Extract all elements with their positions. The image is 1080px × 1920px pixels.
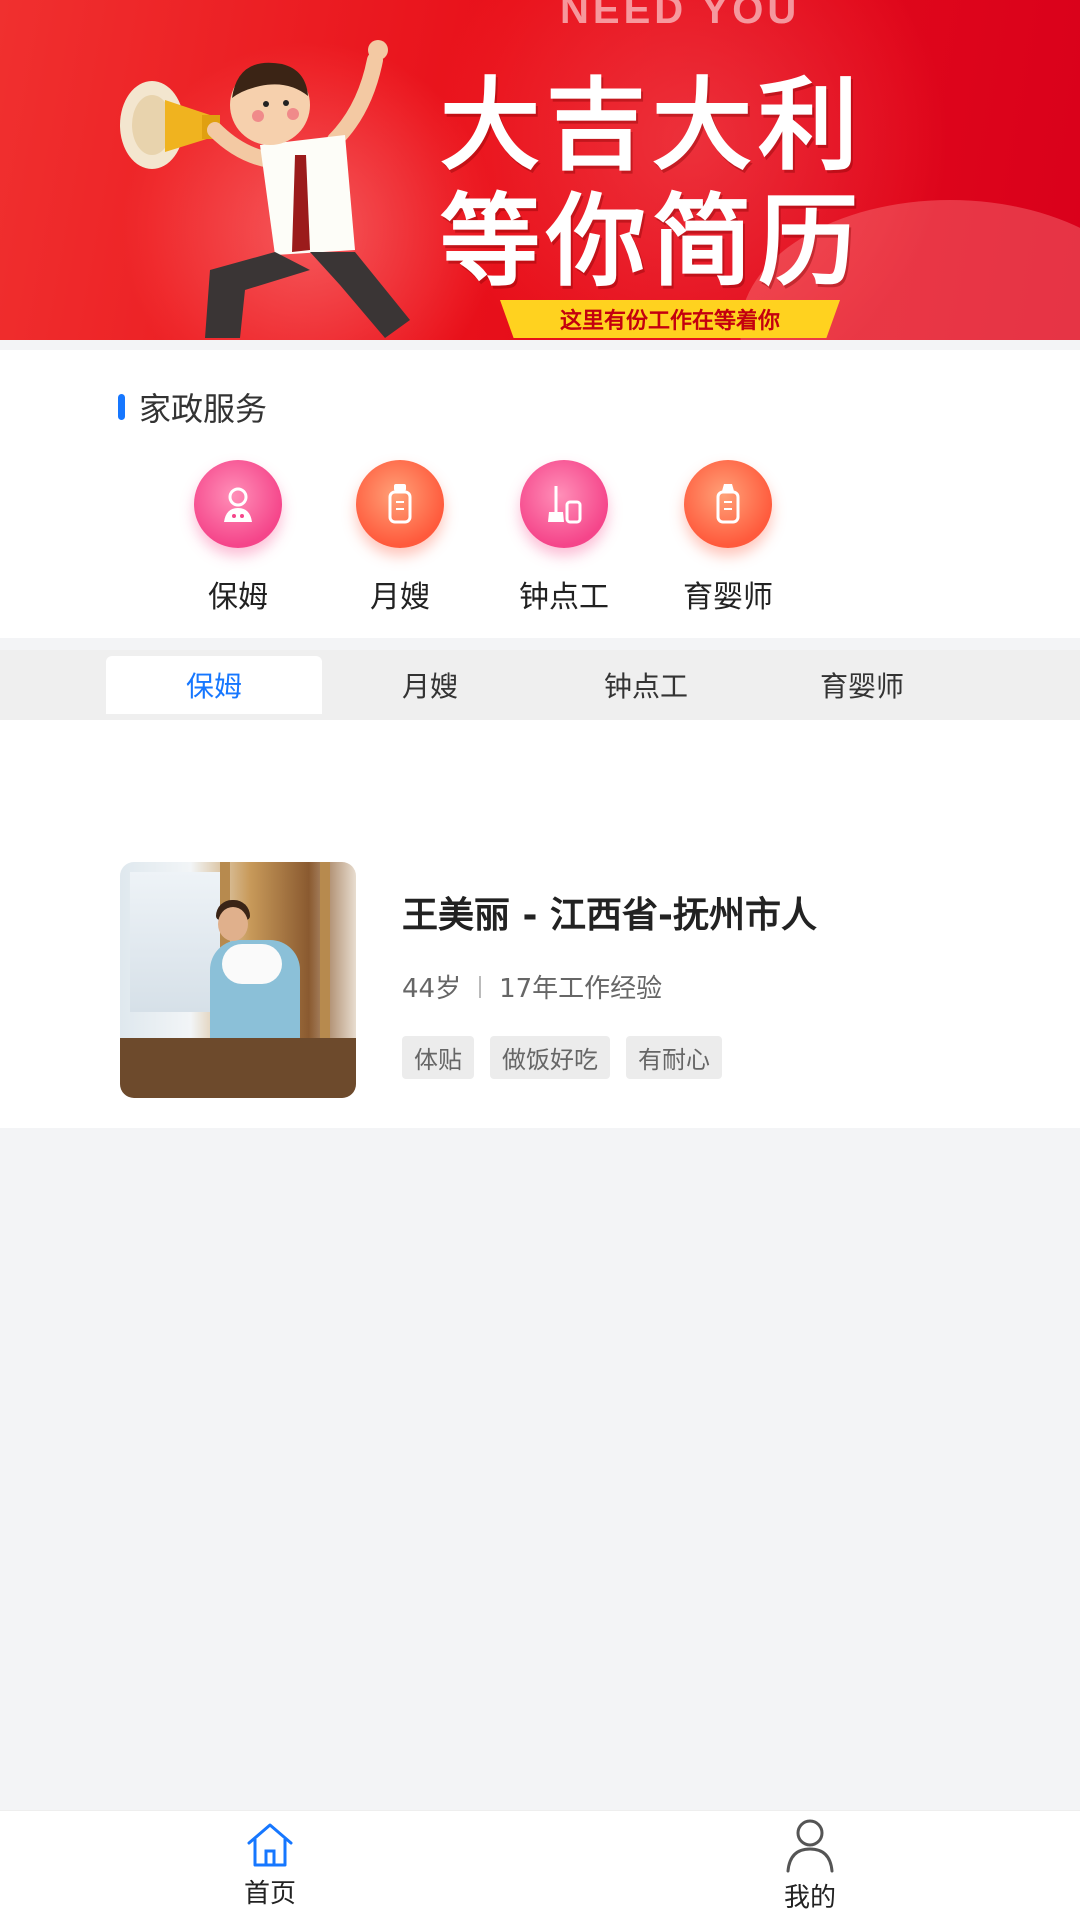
category-tabs: 保姆 月嫂 钟点工 育婴师	[0, 650, 1080, 720]
category-label: 月嫂	[370, 580, 430, 615]
worker-list: 王美丽 - 江西省-抚州市人 44岁 17年工作经验 体贴 做饭好吃 有耐心	[0, 720, 1080, 1128]
worker-tags: 体贴 做饭好吃 有耐心	[402, 1036, 722, 1079]
banner-ribbon: 这里有份工作在等着你	[500, 300, 840, 338]
bottle-icon	[356, 460, 444, 548]
recruitment-banner[interactable]: NEED YOU 大吉大利 等你简历 这里有份工作在等着你	[0, 0, 1080, 340]
section-title-text: 家政服务	[139, 390, 268, 428]
banner-headline-line2: 等你简历	[440, 183, 864, 300]
service-category-card: 家政服务 保姆 月嫂 钟点工 育婴师	[0, 350, 1080, 638]
nav-profile-label: 我的	[783, 1883, 836, 1913]
worker-experience: 17年工作经验	[499, 974, 663, 1004]
user-icon	[786, 1819, 834, 1873]
nav-home-label: 首页	[243, 1879, 296, 1909]
worker-card[interactable]: 王美丽 - 江西省-抚州市人 44岁 17年工作经验 体贴 做饭好吃 有耐心	[120, 862, 1020, 1098]
section-title-bar	[118, 394, 125, 420]
worker-tag: 体贴	[402, 1036, 474, 1079]
tab-childcare[interactable]: 育婴师	[754, 650, 970, 720]
worker-name: 王美丽 - 江西省-抚州市人	[402, 895, 817, 936]
nav-profile[interactable]: 我的	[540, 1811, 1080, 1920]
category-hourly-worker[interactable]: 钟点工	[494, 460, 634, 616]
category-label: 钟点工	[519, 580, 609, 615]
category-nanny[interactable]: 保姆	[168, 460, 308, 616]
bottom-navigation: 首页 我的	[0, 1810, 1080, 1920]
worker-age: 44岁	[402, 974, 462, 1004]
tab-spacer	[0, 650, 106, 720]
home-icon	[247, 1823, 293, 1867]
worker-tag: 做饭好吃	[490, 1036, 610, 1079]
tab-hourly-worker[interactable]: 钟点工	[538, 650, 754, 720]
category-label: 保姆	[208, 580, 268, 615]
worker-photo	[120, 862, 356, 1098]
worker-tag: 有耐心	[626, 1036, 722, 1079]
baby-bottle-icon	[684, 460, 772, 548]
nanny-icon	[194, 460, 282, 548]
empty-area	[0, 1140, 1080, 1810]
meta-divider	[479, 975, 482, 998]
category-label: 育婴师	[683, 580, 773, 615]
mop-icon	[520, 460, 608, 548]
category-maternity-nurse[interactable]: 月嫂	[330, 460, 470, 616]
banner-top-text: NEED YOU	[560, 0, 801, 32]
worker-meta: 44岁 17年工作经验	[402, 968, 662, 1005]
tab-maternity-nurse[interactable]: 月嫂	[322, 650, 538, 720]
nav-home[interactable]: 首页	[0, 1811, 540, 1920]
category-childcare[interactable]: 育婴师	[658, 460, 798, 616]
megaphone-mascot-illustration	[120, 40, 410, 338]
tab-nanny[interactable]: 保姆	[106, 656, 322, 714]
section-title: 家政服务	[118, 384, 267, 430]
